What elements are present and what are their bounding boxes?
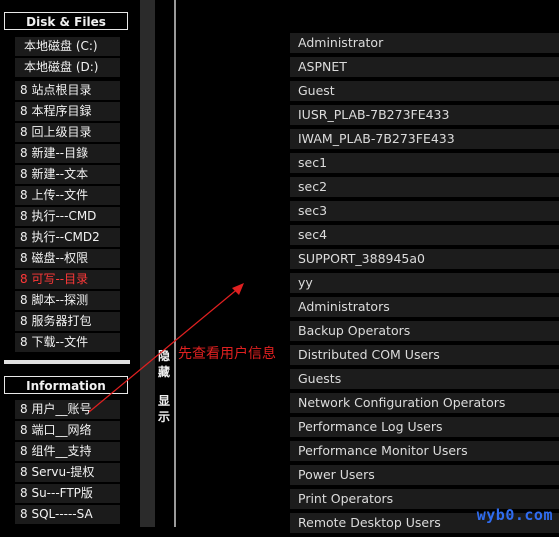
watermark: wyb0.com	[476, 506, 553, 524]
annotation-arrow	[88, 283, 244, 413]
annotation-text: 先查看用户信息	[178, 346, 276, 362]
